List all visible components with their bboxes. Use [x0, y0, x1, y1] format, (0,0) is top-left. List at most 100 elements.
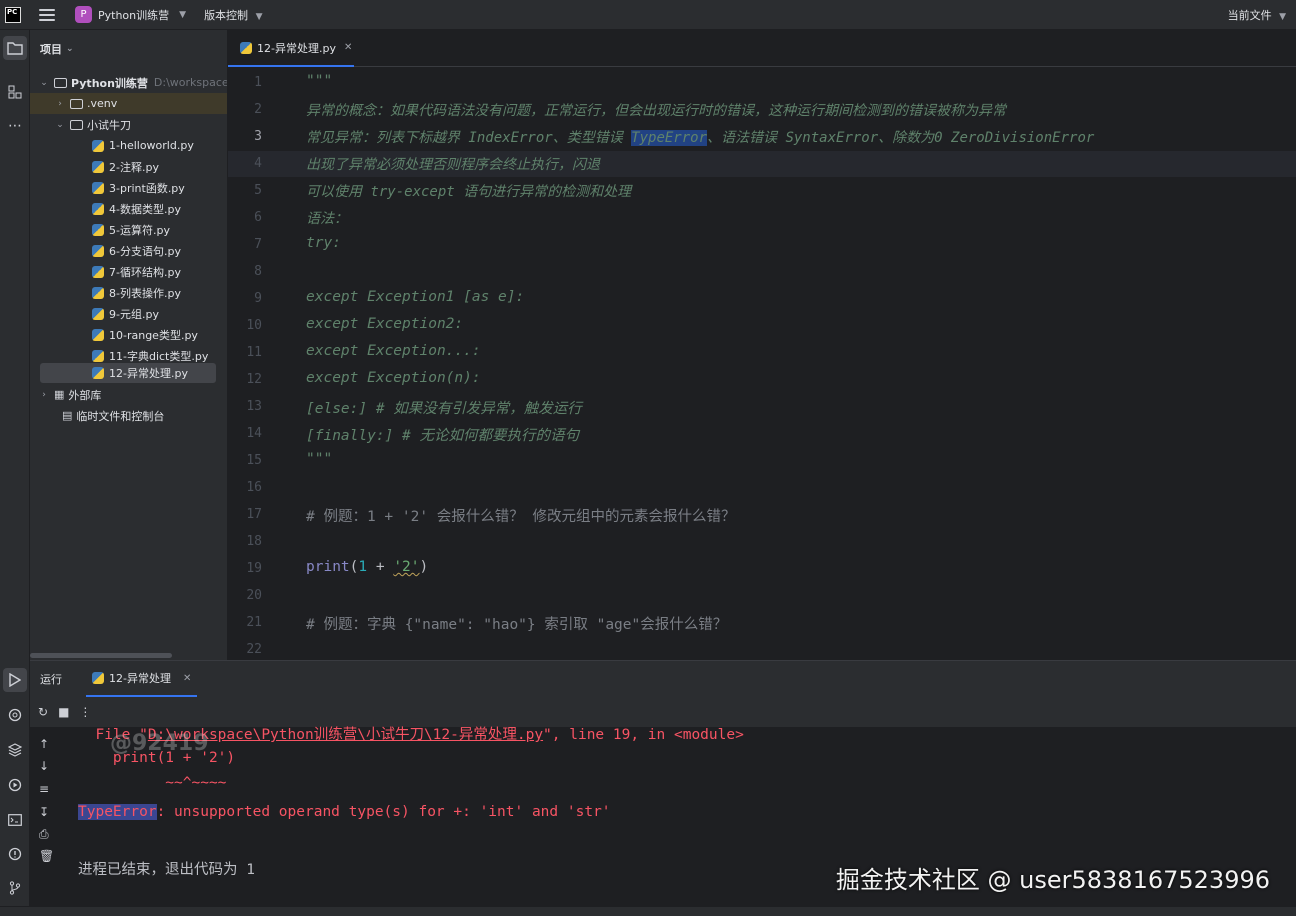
code-line: except Exception...: [306, 343, 481, 359]
vcs-menu[interactable]: 版本控制 ▼ [204, 7, 262, 23]
project-name: Python训练营 [98, 8, 170, 22]
line-number: 15 [246, 453, 262, 468]
console-line: print(1 + '2') [78, 750, 236, 766]
code-token: 1 [358, 559, 368, 575]
run-tab-label: 12-异常处理 [109, 672, 171, 685]
project-pane: 项目 ⌄ ⌄ Python训练营 D:\workspace\P › .venv … [30, 30, 228, 660]
chevron-down-icon[interactable]: ⌄ [54, 120, 66, 130]
python-packages-icon[interactable] [3, 703, 27, 727]
code-line: [finally:] # 无论如何都要执行的语句 [306, 428, 579, 444]
code-token: ) [419, 559, 429, 575]
tree-file[interactable]: 7-循环结构.py [92, 261, 181, 282]
tree-file-label: 11-字典dict类型.py [109, 349, 209, 363]
folder-icon [70, 119, 83, 130]
editor-tab-bar: 12-异常处理.py ✕ [228, 30, 1296, 67]
tree-item-venv[interactable]: › .venv [30, 93, 227, 114]
project-badge-icon: P [75, 6, 92, 23]
arrow-down-icon[interactable]: ↓ [39, 759, 49, 773]
run-tab[interactable]: 12-异常处理 ✕ [86, 661, 198, 697]
tree-file[interactable]: 8-列表操作.py [92, 282, 181, 303]
tree-item-label: .venv [87, 97, 118, 110]
project-pane-header[interactable]: 项目 ⌄ [30, 30, 227, 68]
python-file-icon [92, 181, 104, 194]
horizontal-scrollbar[interactable] [30, 653, 172, 658]
tree-external-libraries[interactable]: › ▦ 外部库 [38, 384, 101, 405]
chevron-down-icon: ▼ [179, 9, 187, 20]
code-line: [else:] # 如果没有引发异常，触发运行 [306, 401, 582, 417]
tree-file[interactable]: 1-helloworld.py [92, 135, 194, 156]
chevron-right-icon[interactable]: › [38, 390, 50, 400]
tree-file-label: 12-异常处理.py [109, 367, 188, 380]
python-file-icon [92, 367, 104, 379]
tree-file[interactable]: 4-数据类型.py [92, 198, 181, 219]
chevron-down-icon: ⌄ [66, 44, 74, 54]
code-area[interactable]: 1 2 3 4 5 6 7 8 9 10 11 12 13 14 15 16 1… [228, 68, 1296, 660]
python-file-icon [92, 349, 104, 362]
code-token: 、语法错误 SyntaxError、除数为0 ZeroDivisionError [707, 130, 1095, 146]
project-tool-icon[interactable] [3, 36, 27, 60]
pycharm-logo-icon: PC [5, 6, 21, 23]
git-branch-icon[interactable] [3, 876, 27, 900]
stop-icon[interactable]: ■ [58, 705, 69, 719]
tree-file-label: 6-分支语句.py [109, 244, 181, 258]
console-line: TypeError: unsupported operand type(s) f… [78, 804, 611, 820]
tree-file[interactable]: 5-运算符.py [92, 219, 170, 240]
code-token: print [306, 559, 350, 575]
rerun-icon[interactable]: ↻ [38, 705, 48, 719]
trash-icon[interactable]: 🗑 [39, 849, 54, 863]
scroll-to-end-icon[interactable]: ↧ [39, 805, 49, 819]
line-number: 18 [246, 534, 262, 549]
project-switcher[interactable]: P Python训练营 ▼ [75, 6, 186, 23]
more-options-icon[interactable]: ⋮ [79, 705, 91, 719]
layers-icon[interactable] [3, 738, 27, 762]
code-line: except Exception1 [as e]: [306, 289, 525, 305]
tree-file[interactable]: 2-注释.py [92, 156, 159, 177]
line-number: 12 [246, 372, 262, 387]
line-number: 1 [254, 75, 262, 90]
folder-icon [70, 98, 83, 109]
python-file-icon [92, 307, 104, 320]
print-icon[interactable]: ⎙ [39, 827, 49, 842]
code-line: 可以使用 try-except 语句进行异常的检测和处理 [306, 184, 632, 200]
soft-wrap-icon[interactable]: ≡ [39, 782, 49, 796]
tree-root[interactable]: ⌄ Python训练营 D:\workspace\P [38, 72, 227, 93]
code-line: """ [306, 73, 333, 89]
line-number: 3 [254, 129, 262, 144]
line-number: 6 [254, 210, 262, 225]
tree-file-label: 8-列表操作.py [109, 286, 181, 300]
run-tool-icon[interactable] [3, 668, 27, 692]
line-number: 7 [254, 237, 262, 252]
tree-folder-xiaoshiniudao[interactable]: ⌄ 小试牛刀 [54, 114, 131, 135]
run-side-toolbar: ↑ ↓ ≡ ↧ ⎙ 🗑 [30, 727, 60, 907]
tree-file[interactable]: 3-print函数.py [92, 177, 185, 198]
structure-tool-icon[interactable] [3, 80, 27, 104]
tree-file[interactable]: 6-分支语句.py [92, 240, 181, 261]
chevron-right-icon[interactable]: › [54, 99, 66, 109]
line-number: 14 [246, 426, 262, 441]
editor-tab-active[interactable]: 12-异常处理.py ✕ [228, 30, 354, 67]
run-config-selector[interactable]: 当前文件 ▼ [1228, 7, 1286, 23]
line-number: 19 [246, 561, 262, 576]
console-line: 进程已结束，退出代码为 1 [78, 862, 255, 878]
arrow-up-icon[interactable]: ↑ [39, 737, 49, 751]
tree-file-label: 3-print函数.py [109, 181, 185, 195]
line-number: 8 [254, 264, 262, 279]
problems-icon[interactable] [3, 842, 27, 866]
terminal-icon[interactable] [3, 808, 27, 832]
close-icon[interactable]: ✕ [344, 42, 352, 53]
more-tools-icon[interactable]: ⋯ [3, 114, 27, 138]
main-menu-icon[interactable] [39, 7, 55, 23]
python-file-icon [92, 265, 104, 278]
python-file-icon [92, 328, 104, 341]
tree-file[interactable]: 10-range类型.py [92, 324, 198, 345]
chevron-down-icon[interactable]: ⌄ [38, 78, 50, 88]
editor-tab-label: 12-异常处理.py [257, 41, 336, 55]
folder-icon [54, 77, 67, 88]
line-number: 11 [246, 345, 262, 360]
tree-file[interactable]: 9-元组.py [92, 303, 159, 324]
services-icon[interactable] [3, 773, 27, 797]
tree-file-selected[interactable]: 12-异常处理.py [40, 363, 216, 383]
tree-scratches[interactable]: ▤ 临时文件和控制台 [58, 405, 164, 426]
close-icon[interactable]: ✕ [183, 673, 191, 684]
tree-file-label: 4-数据类型.py [109, 202, 181, 216]
